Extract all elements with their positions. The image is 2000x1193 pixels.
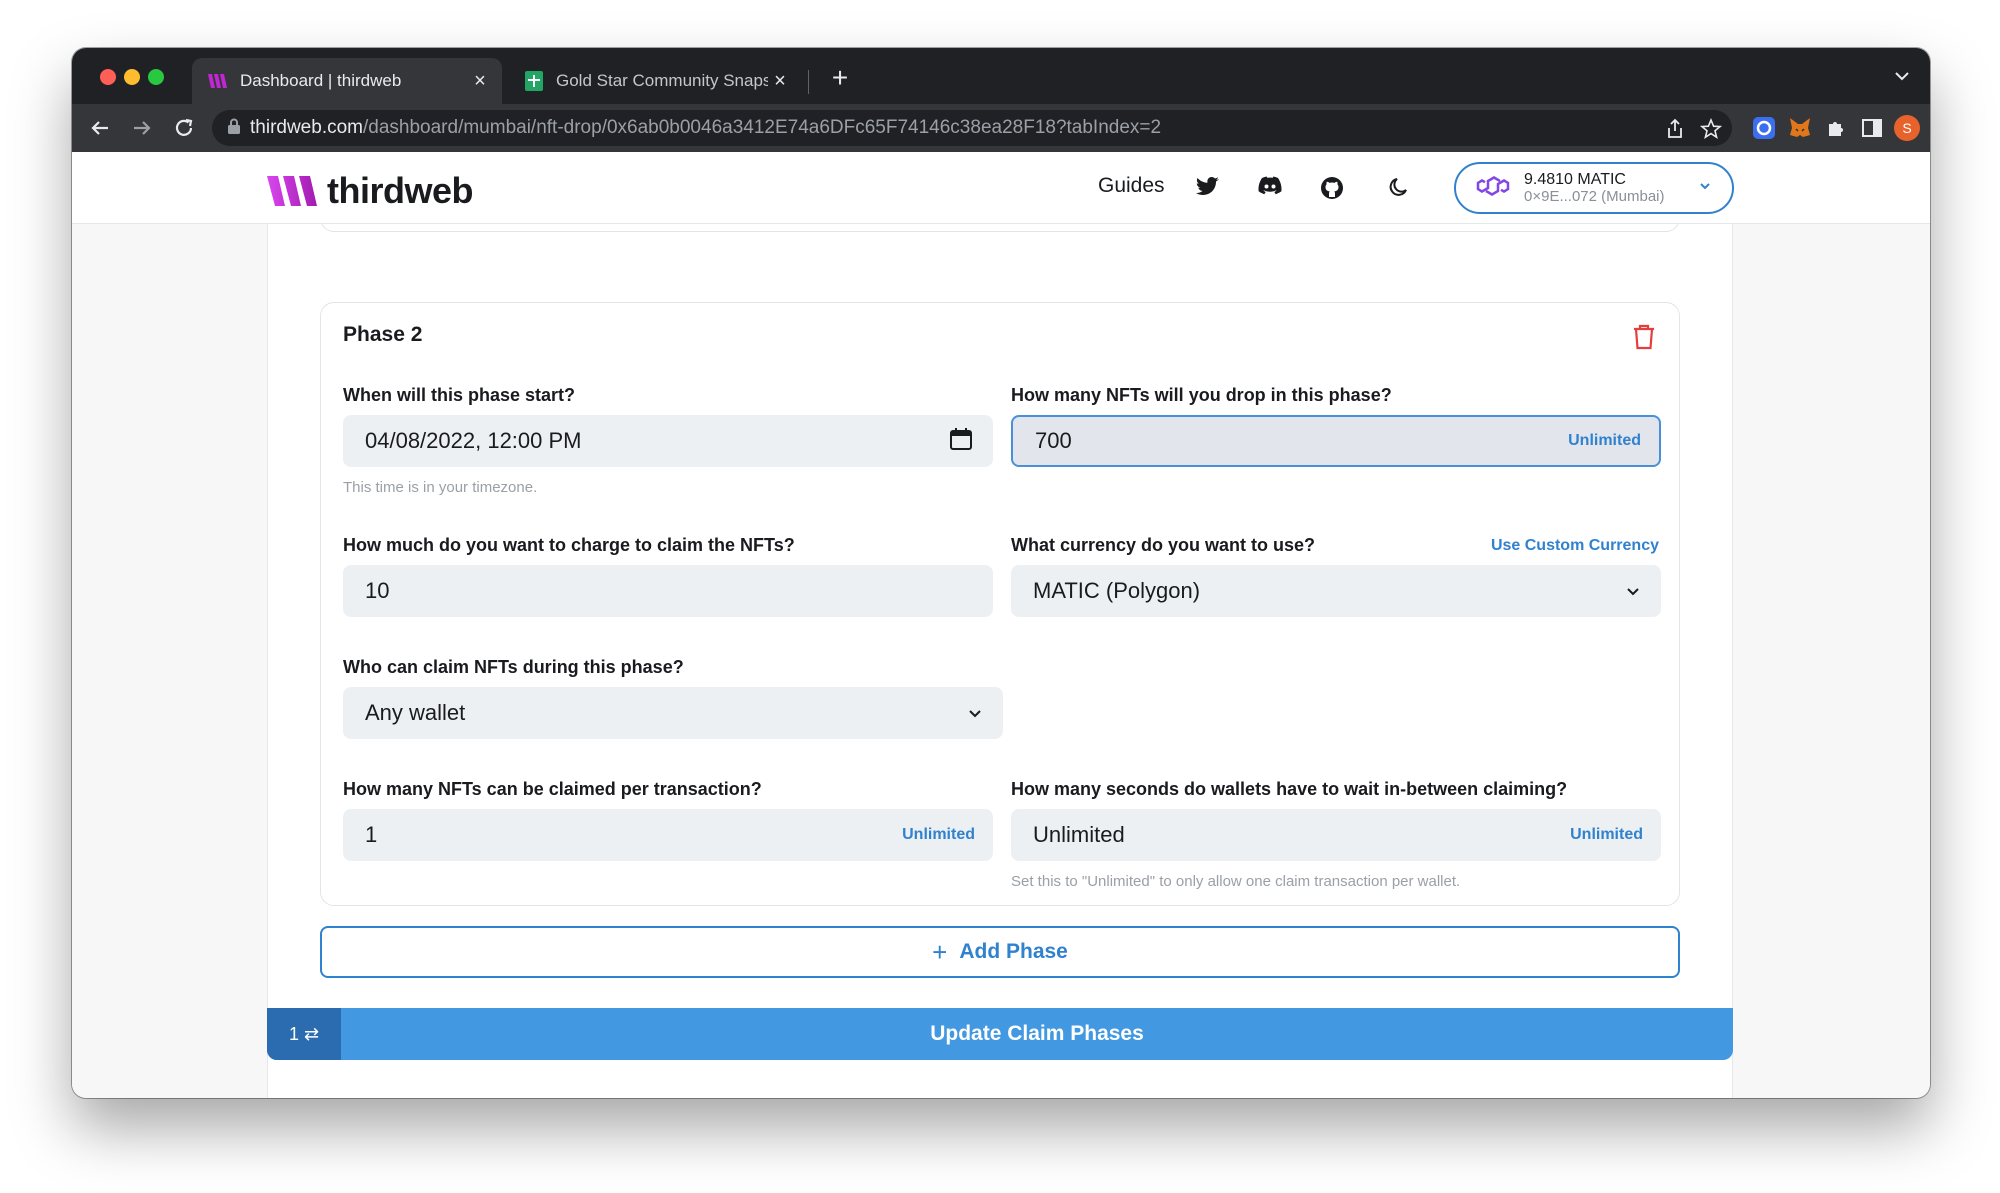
who-label: Who can claim NFTs during this phase? — [343, 657, 684, 677]
currency-select[interactable]: MATIC (Polygon) — [1011, 565, 1661, 617]
thirdweb-logo[interactable]: thirdweb — [267, 170, 474, 212]
metamask-fox-icon[interactable] — [1788, 116, 1812, 140]
logo-text: thirdweb — [327, 170, 474, 211]
who-value: Any wallet — [365, 700, 466, 725]
browser-window: Dashboard | thirdweb × Gold Star Communi… — [72, 48, 1930, 1098]
tab-strip: Dashboard | thirdweb × Gold Star Communi… — [72, 48, 1930, 104]
drop-label: How many NFTs will you drop in this phas… — [1011, 385, 1392, 405]
per-transaction-input[interactable]: 1 Unlimited — [343, 809, 993, 861]
start-date-value: 04/08/2022, 12:00 PM — [365, 428, 582, 453]
side-panel-icon[interactable] — [1860, 116, 1884, 140]
share-icon[interactable] — [1664, 118, 1686, 140]
tab-sheets[interactable]: Gold Star Community Snapshot × — [508, 58, 802, 104]
address-bar[interactable]: thirdweb.com/dashboard/mumbai/nft-drop/0… — [212, 110, 1732, 146]
tab-title: Gold Star Community Snapshot — [556, 71, 768, 90]
timezone-helper: This time is in your timezone. — [343, 479, 538, 496]
currency-value: MATIC (Polygon) — [1033, 578, 1201, 603]
wait-seconds-input[interactable]: Unlimited Unlimited — [1011, 809, 1661, 861]
pending-tx-count-badge[interactable]: 1 ⇄ — [267, 1008, 341, 1060]
extensions-puzzle-icon[interactable] — [1824, 116, 1848, 140]
wait-unlimited-button[interactable]: Unlimited — [1570, 826, 1643, 844]
wallet-info: 9.4810 MATIC 0×9E...072 (Mumbai) — [1524, 171, 1698, 205]
site-header: thirdweb Guides 9.4810 MATIC 0×9E...072 … — [72, 152, 1930, 224]
price-input[interactable]: 10 — [343, 565, 993, 617]
content-panel: Phase 2 When will this phase start? 04/0… — [267, 172, 1733, 1098]
drop-unlimited-button[interactable]: Unlimited — [1568, 432, 1641, 450]
wallet-button[interactable]: 9.4810 MATIC 0×9E...072 (Mumbai) — [1454, 162, 1734, 214]
browser-toolbar: thirdweb.com/dashboard/mumbai/nft-drop/0… — [72, 104, 1930, 152]
discord-icon[interactable] — [1258, 176, 1282, 200]
extension-circle-icon[interactable] — [1752, 116, 1776, 140]
tab-title: Dashboard | thirdweb — [240, 71, 402, 90]
new-tab-button[interactable]: + — [824, 62, 856, 94]
web-page: thirdweb Guides 9.4810 MATIC 0×9E...072 … — [72, 152, 1930, 1098]
price-value: 10 — [365, 578, 390, 603]
delete-phase-trash-icon[interactable] — [1631, 323, 1657, 351]
tab-search-chevron-icon[interactable] — [1890, 64, 1914, 88]
per-tx-label: How many NFTs can be claimed per transac… — [343, 779, 762, 799]
wait-value: Unlimited — [1033, 822, 1125, 847]
phase-title: Phase 2 — [343, 323, 423, 346]
add-phase-button[interactable]: + Add Phase — [320, 926, 1680, 978]
update-claim-phases-bar[interactable]: 1 ⇄ Update Claim Phases — [267, 1008, 1733, 1060]
per-tx-unlimited-button[interactable]: Unlimited — [902, 826, 975, 844]
thirdweb-logo-icon — [267, 176, 317, 206]
price-label: How much do you want to charge to claim … — [343, 535, 795, 555]
phase-card: Phase 2 When will this phase start? 04/0… — [320, 302, 1680, 906]
github-icon[interactable] — [1320, 176, 1344, 200]
close-tab-icon[interactable]: × — [768, 70, 792, 93]
add-phase-label: Add Phase — [959, 940, 1068, 963]
plus-icon: + — [932, 936, 948, 967]
tab-dashboard[interactable]: Dashboard | thirdweb × — [192, 58, 502, 104]
wait-helper: Set this to "Unlimited" to only allow on… — [1011, 873, 1461, 890]
chevron-down-icon — [965, 703, 985, 723]
drop-quantity-value: 700 — [1035, 428, 1072, 453]
nav-guides-link[interactable]: Guides — [1098, 174, 1165, 198]
drop-quantity-input[interactable]: 700 Unlimited — [1011, 415, 1661, 467]
chevron-down-icon — [1623, 581, 1643, 601]
tab-separator — [808, 70, 809, 94]
sheets-favicon-icon — [524, 71, 544, 91]
per-tx-value: 1 — [365, 822, 378, 847]
polygon-icon — [1476, 171, 1510, 206]
profile-avatar[interactable]: S — [1894, 115, 1920, 141]
update-claim-phases-button[interactable]: Update Claim Phases — [341, 1022, 1733, 1046]
start-label: When will this phase start? — [343, 385, 576, 405]
wallet-address: 0×9E...072 (Mumbai) — [1524, 188, 1665, 205]
currency-label: What currency do you want to use? — [1011, 535, 1316, 555]
zoom-window-button[interactable] — [148, 69, 164, 85]
thirdweb-favicon-icon — [208, 71, 228, 91]
dark-mode-moon-icon[interactable] — [1388, 176, 1412, 200]
close-window-button[interactable] — [100, 69, 116, 85]
use-custom-currency-link[interactable]: Use Custom Currency — [1491, 537, 1659, 555]
start-date-input[interactable]: 04/08/2022, 12:00 PM — [343, 415, 993, 467]
minimize-window-button[interactable] — [124, 69, 140, 85]
calendar-icon[interactable] — [949, 427, 975, 453]
bookmark-star-icon[interactable] — [1699, 117, 1723, 140]
url-text: thirdweb.com/dashboard/mumbai/nft-drop/0… — [250, 117, 1162, 138]
who-can-claim-select[interactable]: Any wallet — [343, 687, 1003, 739]
lock-icon — [228, 118, 240, 139]
close-tab-icon[interactable]: × — [468, 70, 492, 93]
chevron-down-icon — [1698, 179, 1712, 198]
wallet-balance: 9.4810 MATIC — [1524, 171, 1626, 188]
forward-arrow-icon[interactable] — [126, 112, 158, 144]
back-arrow-icon[interactable] — [84, 112, 116, 144]
twitter-icon[interactable] — [1196, 176, 1220, 200]
reload-icon[interactable] — [168, 112, 200, 144]
wait-label: How many seconds do wallets have to wait… — [1011, 779, 1568, 799]
